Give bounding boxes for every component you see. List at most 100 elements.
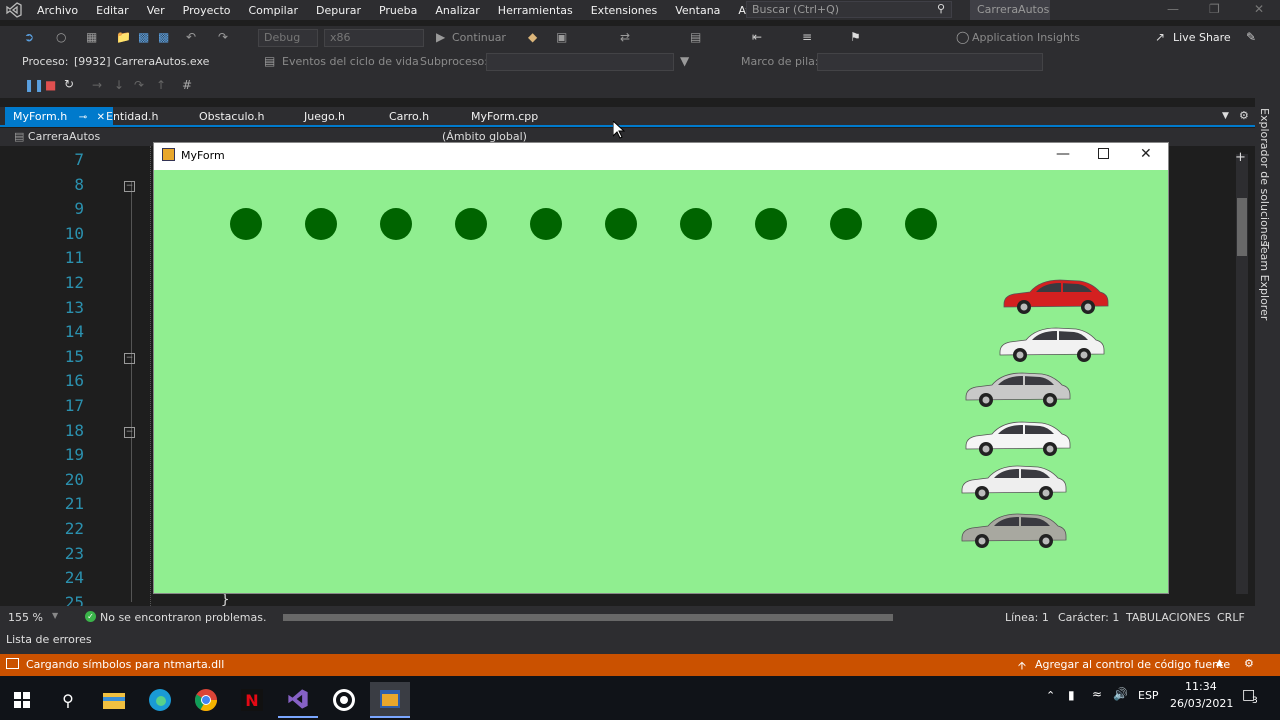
tab-list-dropdown-icon[interactable]: ▼ xyxy=(1222,111,1229,121)
live-share-button[interactable]: Live Share xyxy=(1173,31,1231,44)
tab-obstaculo-h[interactable]: Obstaculo.h xyxy=(191,107,273,126)
menu-ver[interactable]: Ver xyxy=(138,4,174,17)
menu-depurar[interactable]: Depurar xyxy=(307,4,370,17)
visual-studio-taskbar-icon[interactable] xyxy=(278,682,318,718)
restore-icon[interactable]: ❐ xyxy=(1209,2,1220,16)
menu-herramientas[interactable]: Herramientas xyxy=(489,4,582,17)
form-minimize-icon[interactable]: — xyxy=(1056,146,1070,162)
team-explorer-tab[interactable]: Team Explorer xyxy=(1258,242,1271,320)
process-select[interactable]: [9932] CarreraAutos.exe xyxy=(68,53,256,71)
feedback-icon[interactable]: ✎ xyxy=(1246,30,1256,44)
stop-icon[interactable]: ■ xyxy=(45,78,56,92)
myform-titlebar[interactable]: MyForm — ✕ xyxy=(154,143,1168,170)
redo-icon[interactable]: ↷ xyxy=(218,30,228,44)
continue-play-icon[interactable]: ▶ xyxy=(436,30,445,44)
form-maximize-icon[interactable] xyxy=(1098,148,1109,159)
step-out-icon[interactable]: ↑ xyxy=(156,78,166,92)
volume-icon[interactable]: 🔊 xyxy=(1113,687,1128,701)
zoom-dropdown-icon[interactable]: ▼ xyxy=(52,611,58,620)
pin-icon[interactable]: ⊸ xyxy=(79,112,87,123)
fold-toggle-icon[interactable]: − xyxy=(124,180,135,192)
app-insights-icon[interactable]: ◯ xyxy=(956,30,969,44)
menu-analizar[interactable]: Analizar xyxy=(426,4,488,17)
open-folder-icon[interactable]: 📁 xyxy=(116,30,131,44)
search-input[interactable]: Buscar (Ctrl+Q) ⚲ xyxy=(746,1,952,18)
menu-compilar[interactable]: Compilar xyxy=(240,4,307,17)
restart-icon[interactable]: ↻ xyxy=(64,77,74,91)
show-next-statement-icon[interactable]: → xyxy=(92,78,102,92)
taskbar-search-icon[interactable]: ⚲ xyxy=(48,682,88,718)
fold-toggle-icon[interactable]: − xyxy=(124,352,135,364)
hot-reload-icon[interactable]: ◆ xyxy=(528,30,537,44)
new-project-icon[interactable]: ▦ xyxy=(86,30,97,44)
close-icon[interactable]: ✕ xyxy=(1254,2,1264,16)
list-icon[interactable]: ≡ xyxy=(802,30,812,44)
menu-editar[interactable]: Editar xyxy=(87,4,138,17)
menu-ventana[interactable]: Ventana xyxy=(666,4,729,17)
format-icon[interactable]: ⇤ xyxy=(752,30,762,44)
wifi-icon[interactable]: ≈ xyxy=(1092,687,1102,701)
filter-icon[interactable]: ▼ xyxy=(680,54,689,68)
forward-icon[interactable]: ○ xyxy=(56,30,66,44)
tab-myform-h[interactable]: MyForm.h ⊸ ✕ xyxy=(5,107,113,126)
thread-select[interactable] xyxy=(486,53,674,71)
file-explorer-icon[interactable] xyxy=(94,682,134,718)
screenshot-icon[interactable]: ▣ xyxy=(556,30,567,44)
battery-icon[interactable]: ▮ xyxy=(1068,688,1075,702)
edge-browser-icon[interactable] xyxy=(140,682,180,718)
lifecycle-events-button[interactable]: Eventos del ciclo de vida xyxy=(282,55,419,68)
hex-display-icon[interactable]: # xyxy=(182,78,192,92)
tab-entidad-h[interactable]: Entidad.h xyxy=(98,107,166,126)
input-language[interactable]: ESP xyxy=(1138,689,1159,702)
notifications-bell-icon[interactable]: ⚙ xyxy=(1244,657,1254,670)
fold-toggle-icon[interactable]: − xyxy=(124,426,135,438)
step-icon[interactable]: ⇄ xyxy=(620,30,630,44)
chrome-browser-icon[interactable] xyxy=(186,682,226,718)
bookmark-icon[interactable]: ⚑ xyxy=(850,30,861,44)
comment-icon[interactable]: ▤ xyxy=(690,30,701,44)
netflix-icon[interactable]: N xyxy=(232,682,272,718)
myform-app-taskbar-icon[interactable] xyxy=(370,682,410,718)
clock-time[interactable]: 11:34 xyxy=(1185,680,1217,693)
menu-proyecto[interactable]: Proyecto xyxy=(174,4,240,17)
menu-prueba[interactable]: Prueba xyxy=(370,4,426,17)
save-all-icon[interactable]: ▩ xyxy=(158,30,169,44)
tab-myform-cpp[interactable]: MyForm.cpp xyxy=(463,107,546,126)
vertical-scroll-thumb[interactable] xyxy=(1237,198,1247,256)
line-ending-indicator[interactable]: CRLF xyxy=(1217,611,1245,624)
menu-extensiones[interactable]: Extensiones xyxy=(582,4,667,17)
tray-expand-icon[interactable]: ⌃ xyxy=(1046,689,1055,702)
clock-date[interactable]: 26/03/2021 xyxy=(1170,697,1233,710)
live-share-icon[interactable]: ↗ xyxy=(1155,30,1165,44)
save-icon[interactable]: ▩ xyxy=(138,30,149,44)
start-windows-icon[interactable] xyxy=(2,682,42,718)
back-icon[interactable]: ➲ xyxy=(24,30,34,44)
solution-explorer-tab[interactable]: Explorador de soluciones xyxy=(1258,108,1271,246)
step-over-icon[interactable]: ↷ xyxy=(134,78,144,92)
step-into-icon[interactable]: ↓ xyxy=(114,78,124,92)
undo-icon[interactable]: ↶ xyxy=(186,30,196,44)
tab-juego-h[interactable]: Juego.h xyxy=(296,107,353,126)
tab-carro-h[interactable]: Carro.h xyxy=(381,107,437,126)
source-control-button[interactable]: Agregar al control de código fuente xyxy=(1035,658,1230,671)
indentation-indicator[interactable]: TABULACIONES xyxy=(1126,611,1210,624)
stack-frame-select[interactable] xyxy=(817,53,1043,71)
settings-gear-icon[interactable]: ⚙ xyxy=(1239,109,1249,122)
platform-select[interactable]: x86 xyxy=(324,29,424,47)
split-editor-icon[interactable]: + xyxy=(1235,150,1246,165)
game-canvas[interactable] xyxy=(154,170,1168,593)
minimize-icon[interactable]: — xyxy=(1167,2,1179,16)
obs-recorder-icon[interactable] xyxy=(324,682,364,718)
zoom-level[interactable]: 155 % xyxy=(8,611,43,624)
error-list-tab[interactable]: Lista de errores xyxy=(0,628,1280,654)
form-close-icon[interactable]: ✕ xyxy=(1140,146,1152,162)
pause-icon[interactable]: ❚❚ xyxy=(24,78,44,92)
horizontal-scroll-thumb[interactable] xyxy=(283,614,893,621)
indent-guide xyxy=(150,146,151,606)
problems-status[interactable]: No se encontraron problemas. xyxy=(100,611,266,624)
continue-button[interactable]: Continuar xyxy=(452,31,506,44)
configuration-select[interactable]: Debug xyxy=(258,29,318,47)
app-insights-button[interactable]: Application Insights xyxy=(972,31,1080,44)
menu-archivo[interactable]: Archivo xyxy=(28,4,87,17)
lifecycle-icon[interactable]: ▤ xyxy=(264,54,275,68)
